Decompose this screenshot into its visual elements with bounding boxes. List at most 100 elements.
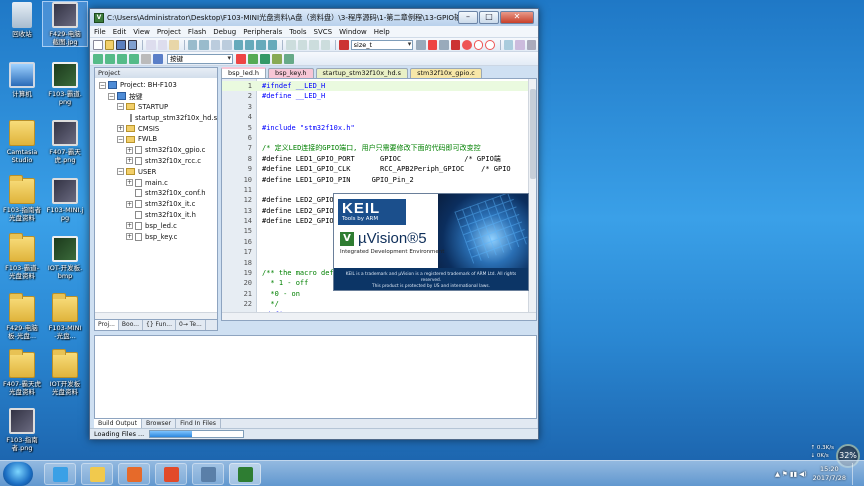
menu-item-window[interactable]: Window: [339, 28, 367, 36]
desktop-shortcut[interactable]: F103-霸道- 光盘资料: [0, 233, 44, 280]
taskbar-app-button[interactable]: [118, 463, 150, 485]
desktop-shortcut[interactable]: F103-MINI -光盘...: [43, 293, 87, 340]
breakpoint-disable-icon[interactable]: [473, 39, 484, 50]
collapse-icon[interactable]: −: [117, 135, 124, 143]
uncomment-icon[interactable]: [320, 39, 331, 50]
bookmark-icon[interactable]: [233, 39, 243, 50]
tree-node[interactable]: stm32f10x_conf.h: [95, 188, 217, 199]
tree-node[interactable]: + bsp_led.c: [95, 220, 217, 231]
project-pane-tab[interactable]: Proj...: [95, 320, 119, 330]
menu-item-project[interactable]: Project: [157, 28, 181, 36]
desktop-shortcut[interactable]: F429-电脑 板-光盘...: [0, 293, 44, 340]
expand-icon[interactable]: +: [126, 222, 133, 230]
taskbar-app-button[interactable]: [229, 463, 261, 485]
collapse-icon[interactable]: −: [117, 168, 124, 176]
manage-components-icon[interactable]: [260, 53, 270, 64]
start-button[interactable]: [3, 462, 33, 486]
select-software-packs-icon[interactable]: [272, 53, 282, 64]
bookmark-clear-icon[interactable]: [267, 39, 278, 50]
desktop-shortcut[interactable]: 回收站: [0, 2, 44, 38]
editor-tab[interactable]: stm32f10x_gpio.c: [410, 68, 482, 78]
tree-node[interactable]: + main.c: [95, 177, 217, 188]
menu-item-svcs[interactable]: SVCS: [314, 28, 333, 36]
maximize-button[interactable]: □: [479, 11, 499, 24]
nav-back-icon[interactable]: [210, 39, 221, 50]
editor-tab[interactable]: bsp_led.h: [221, 67, 267, 78]
tree-node[interactable]: + stm32f10x_rcc.c: [95, 156, 217, 167]
tree-node[interactable]: stm32f10x_it.h: [95, 210, 217, 221]
menu-item-debug[interactable]: Debug: [213, 28, 236, 36]
desktop-shortcut[interactable]: F407-霸天虎 光盘资料: [0, 349, 44, 396]
menu-item-view[interactable]: View: [133, 28, 150, 36]
find-in-files-icon[interactable]: [427, 39, 438, 50]
window-layout-icon[interactable]: [503, 39, 514, 50]
tree-node[interactable]: − Project: BH-F103: [95, 80, 217, 91]
editor-vscroll-thumb[interactable]: [530, 89, 536, 179]
stop-build-icon[interactable]: [141, 53, 151, 64]
desktop-shortcut[interactable]: 计算机: [0, 62, 44, 98]
menu-item-flash[interactable]: Flash: [188, 28, 206, 36]
project-pane-tab[interactable]: Boo...: [119, 320, 143, 330]
tree-node[interactable]: + stm32f10x_it.c: [95, 199, 217, 210]
project-pane-tab[interactable]: 0→ Te...: [176, 320, 206, 330]
wrench-icon[interactable]: [526, 39, 537, 50]
pack-installer-icon[interactable]: [284, 53, 294, 64]
title-bar[interactable]: V C:\Users\Administrator\Desktop\F103-MI…: [90, 9, 538, 26]
desktop-shortcut[interactable]: F103-指南者 光盘资料: [0, 175, 44, 222]
desktop-shortcut[interactable]: IOT开发板 光盘资料: [43, 349, 87, 396]
build-icon[interactable]: [105, 53, 115, 64]
incremental-find-icon[interactable]: [439, 39, 449, 50]
desktop-shortcut[interactable]: IOT-开发板. bmp: [43, 236, 87, 280]
bookmark-prev-icon[interactable]: [244, 39, 255, 50]
save-icon[interactable]: [116, 39, 126, 50]
collapse-icon[interactable]: −: [108, 92, 115, 100]
tree-node[interactable]: − STARTUP: [95, 102, 217, 113]
find-icon[interactable]: [416, 39, 426, 50]
menu-item-tools[interactable]: Tools: [289, 28, 306, 36]
bookmark-next-icon[interactable]: [256, 39, 266, 50]
menu-item-edit[interactable]: Edit: [113, 28, 127, 36]
target-combo[interactable]: 按键: [167, 53, 233, 64]
editor-vscrollbar[interactable]: [528, 79, 536, 320]
menu-item-peripherals[interactable]: Peripherals: [243, 28, 282, 36]
desktop-shortcut[interactable]: F407-霸天 虎.png: [43, 120, 87, 164]
expand-icon[interactable]: +: [126, 233, 133, 241]
unindent-icon[interactable]: [297, 39, 308, 50]
undo-icon[interactable]: [187, 39, 198, 50]
menu-item-file[interactable]: File: [94, 28, 106, 36]
tree-node[interactable]: + stm32f10x_gpio.c: [95, 145, 217, 156]
minimize-button[interactable]: –: [458, 11, 478, 24]
copy-icon[interactable]: [157, 39, 168, 50]
taskbar-app-button[interactable]: [44, 463, 76, 485]
editor-tab[interactable]: bsp_key.h: [268, 68, 314, 78]
tree-node[interactable]: − USER: [95, 166, 217, 177]
new-file-icon[interactable]: [93, 39, 103, 50]
config-icon[interactable]: [515, 39, 525, 50]
redo-icon[interactable]: [199, 39, 209, 50]
desktop-shortcut[interactable]: Camtasia Studio: [0, 120, 44, 164]
batch-build-icon[interactable]: [129, 53, 139, 64]
taskbar-app-button[interactable]: [81, 463, 113, 485]
target-options-icon[interactable]: [236, 53, 246, 64]
find-combo[interactable]: size_t: [350, 39, 414, 50]
comment-icon[interactable]: [309, 39, 319, 50]
expand-icon[interactable]: +: [126, 157, 133, 165]
expand-icon[interactable]: +: [126, 200, 133, 208]
paste-icon[interactable]: [169, 39, 179, 50]
project-pane-tab[interactable]: {} Fun...: [143, 320, 176, 330]
desktop-shortcut[interactable]: F103-指南 者.png: [0, 408, 44, 452]
tree-node[interactable]: + bsp_key.c: [95, 231, 217, 242]
editor-tab[interactable]: startup_stm32f10x_hd.s: [315, 68, 409, 78]
desktop-shortcut[interactable]: F103-霸道. png: [43, 62, 87, 106]
tree-node[interactable]: + CMSIS: [95, 123, 217, 134]
debug-start-icon[interactable]: [450, 39, 461, 50]
taskbar-app-button[interactable]: [192, 463, 224, 485]
open-file-icon[interactable]: [104, 39, 115, 50]
clock[interactable]: 15:20 2017/7/28: [813, 465, 846, 483]
build-output-pane[interactable]: [94, 335, 537, 419]
desktop-shortcut[interactable]: F429-电脑 截图.jpg: [42, 1, 88, 47]
cut-icon[interactable]: [146, 39, 156, 50]
tree-node[interactable]: − 按键: [95, 91, 217, 102]
compile-icon[interactable]: [93, 53, 103, 64]
save-all-icon[interactable]: [127, 39, 138, 50]
